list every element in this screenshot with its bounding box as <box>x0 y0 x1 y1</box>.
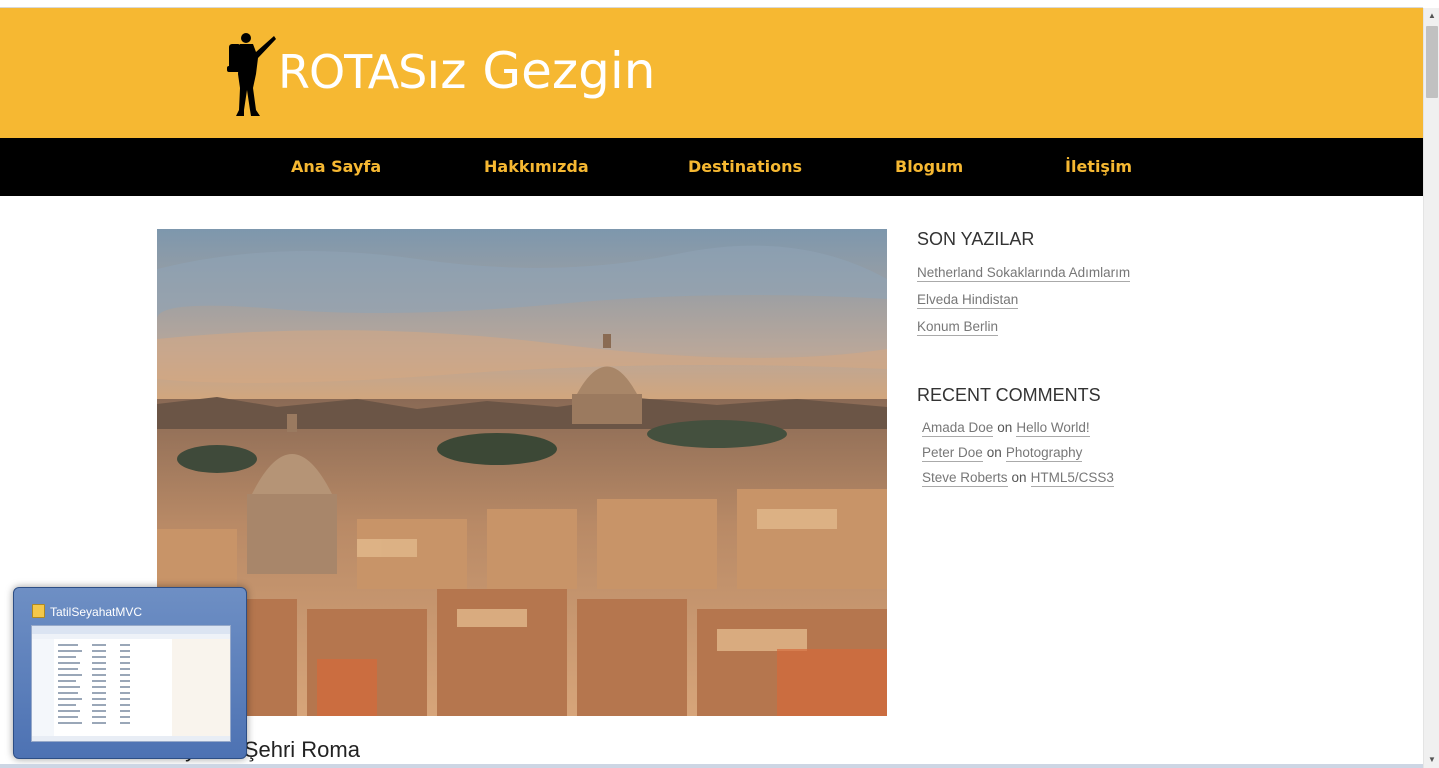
nav-item-destinations[interactable]: Destinations <box>688 157 802 176</box>
comment-author-link[interactable]: Steve Roberts <box>922 470 1008 487</box>
recent-post-link[interactable]: Elveda Hindistan <box>917 292 1019 309</box>
recent-post-link[interactable]: Netherland Sokaklarında Adımlarım <box>917 265 1131 282</box>
nav-item-hakkimizda[interactable]: Hakkımızda <box>484 157 589 176</box>
comment-post-link[interactable]: HTML5/CSS3 <box>1030 470 1114 487</box>
recent-comments-title: RECENT COMMENTS <box>917 385 1101 405</box>
logo-rest: Gezgin <box>466 42 656 100</box>
preview-thumbnail[interactable] <box>31 625 231 742</box>
comment-item: Steve Roberts on HTML5/CSS3 <box>922 470 1114 487</box>
scroll-up-arrow-icon[interactable]: ▲ <box>1424 8 1439 24</box>
recent-posts-title: SON YAZILAR <box>917 229 1035 249</box>
preview-window-title: TatilSeyahatMVC <box>50 605 143 619</box>
windows-taskbar-edge <box>0 764 1423 768</box>
rome-cityscape-image <box>157 229 887 716</box>
folder-icon <box>32 604 45 618</box>
browser-top-edge <box>0 0 1423 8</box>
comment-on-text: on <box>986 445 1002 460</box>
comment-post-link[interactable]: Hello World! <box>1016 420 1090 437</box>
logo-text: ROTASız Gezgin <box>278 46 655 118</box>
taskbar-window-preview[interactable]: TatilSeyahatMVC <box>13 587 247 759</box>
site-header: ROTASız Gezgin <box>0 8 1423 138</box>
comment-item: Peter Doe on Photography <box>922 445 1083 462</box>
nav-item-blogum[interactable]: Blogum <box>895 157 963 176</box>
scroll-down-arrow-icon[interactable]: ▼ <box>1424 752 1439 768</box>
page-scrollbar[interactable]: ▲ ▼ <box>1423 8 1439 768</box>
logo-caps: ROTAS <box>278 45 427 99</box>
nav-item-iletisim[interactable]: İletişim <box>1065 157 1132 176</box>
comment-author-link[interactable]: Amada Doe <box>922 420 994 437</box>
site-logo[interactable]: ROTASız Gezgin <box>226 30 655 118</box>
main-nav: Ana Sayfa Hakkımızda Destinations Blogum… <box>0 138 1423 196</box>
explorer-thumbnail-image <box>32 626 230 741</box>
scroll-thumb[interactable] <box>1426 26 1438 98</box>
comment-item: Amada Doe on Hello World! <box>922 420 1090 437</box>
traveler-silhouette-icon <box>227 33 276 116</box>
logo-small: ız <box>426 42 467 100</box>
comment-on-text: on <box>1011 470 1027 485</box>
nav-item-ana-sayfa[interactable]: Ana Sayfa <box>291 157 381 176</box>
comment-author-link[interactable]: Peter Doe <box>922 445 983 462</box>
post-featured-image[interactable] <box>157 229 887 716</box>
recent-post-link[interactable]: Konum Berlin <box>917 319 999 336</box>
comment-on-text: on <box>997 420 1013 435</box>
comment-post-link[interactable]: Photography <box>1005 445 1083 462</box>
